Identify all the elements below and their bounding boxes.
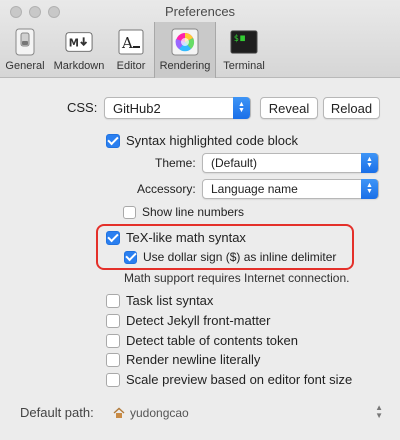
syntax-highlight-checkbox[interactable]: [106, 133, 120, 148]
tab-label: General: [5, 60, 45, 72]
window-title: Preferences: [164, 4, 236, 19]
line-numbers-checkbox-row[interactable]: Show line numbers: [123, 205, 244, 219]
option-scale-preview-row[interactable]: Scale preview based on editor font size: [106, 372, 352, 387]
home-icon: [113, 407, 125, 419]
chevron-updown-icon: ▲ ▼: [361, 153, 378, 173]
tab-markdown[interactable]: M Markdown: [50, 22, 108, 78]
titlebar: Preferences General M Markdown A Editor: [0, 0, 400, 78]
option-label: Render newline literally: [126, 352, 261, 367]
math-note: Math support requires Internet connectio…: [124, 271, 350, 285]
tex-math-label: TeX-like math syntax: [126, 230, 246, 245]
tab-label: Editor: [116, 60, 146, 72]
chevron-updown-icon: ▲ ▼: [375, 403, 383, 420]
css-theme-value: GitHub2: [113, 100, 161, 116]
tab-label: Markdown: [53, 60, 105, 72]
general-switch-icon: [11, 28, 39, 56]
css-theme-select[interactable]: GitHub2 ▲ ▼: [104, 97, 251, 119]
tex-math-checkbox-row[interactable]: TeX-like math syntax: [106, 230, 246, 245]
reload-button[interactable]: Reload: [323, 97, 380, 119]
preferences-toolbar: General M Markdown A Editor Rendering $ …: [0, 22, 272, 78]
color-wheel-icon: [171, 28, 199, 56]
accessory-select[interactable]: Language name ▲ ▼: [202, 179, 379, 199]
svg-text:A: A: [121, 34, 133, 52]
option-task-list-row[interactable]: Task list syntax: [106, 293, 213, 308]
option-jekyll-row[interactable]: Detect Jekyll front-matter: [106, 313, 271, 328]
dollar-delimiter-checkbox[interactable]: [124, 250, 137, 264]
dollar-delimiter-checkbox-row[interactable]: Use dollar sign ($) as inline delimiter: [124, 250, 336, 264]
theme-label: Theme:: [155, 156, 196, 170]
reveal-button[interactable]: Reveal: [260, 97, 318, 119]
tex-math-checkbox[interactable]: [106, 230, 120, 245]
syntax-highlight-label: Syntax highlighted code block: [126, 133, 299, 148]
tab-general[interactable]: General: [0, 22, 50, 78]
tab-label: Terminal: [223, 60, 265, 72]
svg-text:M: M: [69, 38, 79, 50]
tab-terminal[interactable]: $ Terminal: [216, 22, 272, 78]
line-numbers-checkbox[interactable]: [123, 205, 136, 219]
default-path-select[interactable]: yudongcao ▲ ▼: [113, 404, 383, 422]
svg-text:$: $: [234, 33, 239, 43]
terminal-icon: $: [230, 28, 258, 56]
chevron-updown-icon: ▲ ▼: [233, 97, 250, 119]
chevron-updown-icon: ▲ ▼: [361, 179, 378, 199]
tab-editor[interactable]: A Editor: [108, 22, 154, 78]
jekyll-checkbox[interactable]: [106, 313, 120, 328]
option-label: Task list syntax: [126, 293, 214, 308]
option-label: Scale preview based on editor font size: [126, 372, 353, 387]
toc-checkbox[interactable]: [106, 333, 120, 348]
tab-rendering[interactable]: Rendering: [154, 22, 216, 78]
dollar-delimiter-label: Use dollar sign ($) as inline delimiter: [143, 250, 337, 264]
line-numbers-label: Show line numbers: [142, 205, 245, 219]
accessory-label: Accessory:: [137, 182, 196, 196]
option-toc-row[interactable]: Detect table of contents token: [106, 333, 298, 348]
option-label: Detect table of contents token: [126, 333, 298, 348]
css-label: CSS:: [67, 100, 98, 115]
preferences-window: Preferences General M Markdown A Editor: [0, 0, 400, 440]
scale-preview-checkbox[interactable]: [106, 372, 120, 387]
default-path-value: yudongcao: [130, 406, 189, 420]
theme-select[interactable]: (Default) ▲ ▼: [202, 153, 379, 173]
syntax-highlight-checkbox-row[interactable]: Syntax highlighted code block: [106, 133, 298, 148]
default-path-label: Default path:: [20, 405, 94, 420]
theme-value: (Default): [211, 156, 258, 170]
editor-icon: A: [117, 28, 145, 56]
accessory-value: Language name: [211, 182, 298, 196]
option-newline-row[interactable]: Render newline literally: [106, 352, 260, 367]
task-list-checkbox[interactable]: [106, 293, 120, 308]
option-label: Detect Jekyll front-matter: [126, 313, 271, 328]
tab-label: Rendering: [159, 60, 211, 72]
newline-checkbox[interactable]: [106, 352, 120, 367]
markdown-icon: M: [65, 28, 93, 56]
